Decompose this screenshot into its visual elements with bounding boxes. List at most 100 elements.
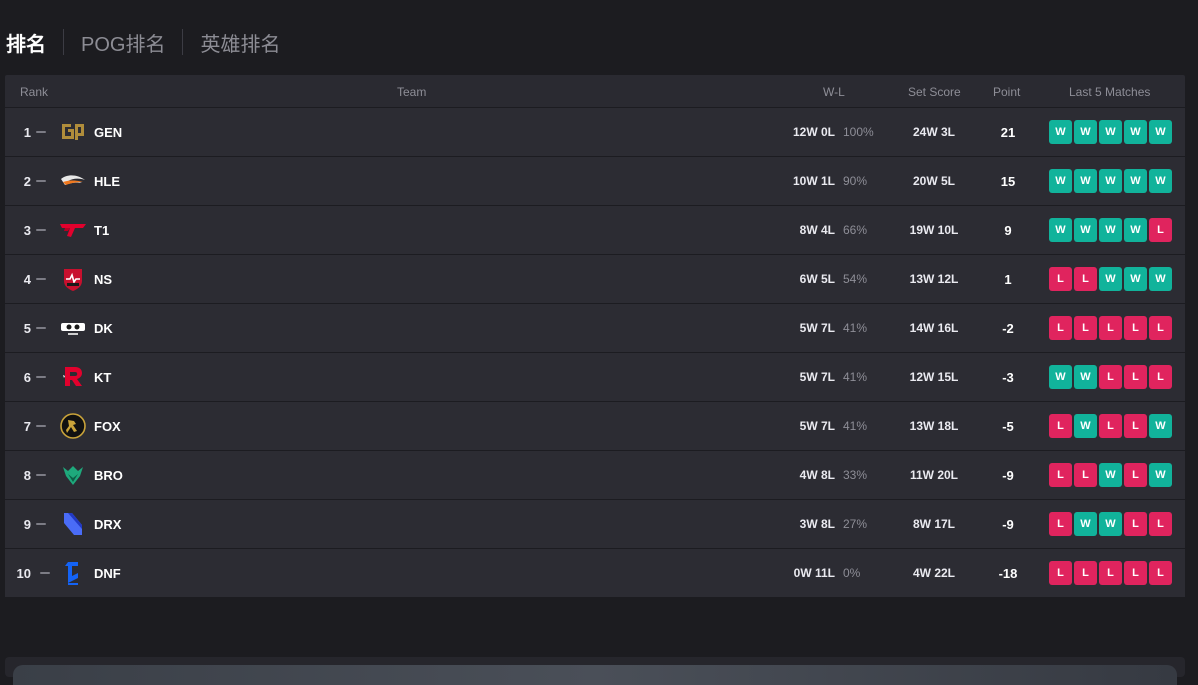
team-name[interactable]: DK bbox=[94, 321, 113, 336]
last-5-matches: WWWWW bbox=[1049, 120, 1172, 144]
table-row[interactable]: 1 GEN 12W 0L 100% 24W 3L 21 W W W W W bbox=[5, 108, 1185, 157]
point: -5 bbox=[1002, 419, 1014, 434]
win-rate: 41% bbox=[843, 370, 868, 384]
win-loss: 10W 1L bbox=[792, 174, 835, 188]
table-row[interactable]: 9 DRX 3W 8L 27% 8W 17L -9 L W W L L bbox=[5, 500, 1185, 549]
match-result-badge: L bbox=[1049, 316, 1072, 340]
match-result-badge: L bbox=[1124, 316, 1147, 340]
last-5-matches: LLWWW bbox=[1049, 267, 1172, 291]
point: 21 bbox=[1000, 125, 1016, 140]
match-result-badge: W bbox=[1149, 267, 1172, 291]
tab-ranking[interactable]: 排名 bbox=[6, 28, 46, 57]
table-row[interactable]: 8 BRO 4W 8L 33% 11W 20L -9 L L W L W bbox=[5, 451, 1185, 500]
win-rate: 0% bbox=[843, 566, 861, 580]
match-result-badge: L bbox=[1049, 463, 1072, 487]
rank-change-icon bbox=[36, 131, 46, 133]
team-name[interactable]: DRX bbox=[94, 517, 121, 532]
rank-change-icon bbox=[36, 180, 46, 182]
bro-logo-icon bbox=[59, 461, 87, 489]
win-rate: 41% bbox=[843, 321, 868, 335]
table-row[interactable]: 10 DNF 0W 11L 0% 4W 22L -18 L L L L L bbox=[5, 549, 1185, 597]
match-result-badge: L bbox=[1049, 267, 1072, 291]
header-last-5-matches[interactable]: Last 5 Matches bbox=[1069, 85, 1150, 99]
team-name[interactable]: KT bbox=[94, 370, 111, 385]
team-name[interactable]: BRO bbox=[94, 468, 123, 483]
point: -18 bbox=[998, 566, 1018, 581]
table-row[interactable]: 4 NS 6W 5L 54% 13W 12L 1 L L W W W bbox=[5, 255, 1185, 304]
win-rate: 33% bbox=[843, 468, 868, 482]
tab-champion-ranking[interactable]: 英雄排名 bbox=[200, 28, 280, 57]
ranking-tabs: 排名 POG排名 英雄排名 bbox=[6, 28, 280, 56]
match-result-badge: L bbox=[1149, 218, 1172, 242]
win-loss: 3W 8L bbox=[799, 517, 835, 531]
match-result-badge: L bbox=[1099, 316, 1122, 340]
table-row[interactable]: 5 DK 5W 7L 41% 14W 16L -2 L L L L L bbox=[5, 304, 1185, 353]
ns-logo-icon bbox=[59, 265, 87, 293]
header-set-score[interactable]: Set Score bbox=[908, 85, 961, 99]
team-name[interactable]: GEN bbox=[94, 125, 122, 140]
team-name[interactable]: FOX bbox=[94, 419, 121, 434]
match-result-badge: W bbox=[1099, 218, 1122, 242]
rank-change-icon bbox=[36, 474, 46, 476]
team-name[interactable]: HLE bbox=[94, 174, 120, 189]
team-name[interactable]: NS bbox=[94, 272, 112, 287]
match-result-badge: W bbox=[1124, 267, 1147, 291]
set-score: 12W 15L bbox=[909, 370, 959, 384]
match-result-badge: W bbox=[1099, 169, 1122, 193]
set-score: 20W 5L bbox=[912, 174, 955, 188]
gen-logo-icon bbox=[59, 118, 87, 146]
set-score: 13W 12L bbox=[909, 272, 959, 286]
match-result-badge: L bbox=[1149, 512, 1172, 536]
rank-number: 10 bbox=[16, 566, 31, 581]
point: 9 bbox=[1004, 223, 1012, 238]
match-result-badge: W bbox=[1074, 120, 1097, 144]
table-row[interactable]: 2 HLE 10W 1L 90% 20W 5L 15 W W W W W bbox=[5, 157, 1185, 206]
last-5-matches: LLWLW bbox=[1049, 463, 1172, 487]
table-row[interactable]: 3 T1 8W 4L 66% 19W 10L 9 W W W W L bbox=[5, 206, 1185, 255]
fox-logo-icon bbox=[59, 412, 87, 440]
last-5-matches: LLLLL bbox=[1049, 316, 1172, 340]
match-result-badge: W bbox=[1049, 169, 1072, 193]
team-name[interactable]: DNF bbox=[94, 566, 121, 581]
last-5-matches: LLLLL bbox=[1049, 561, 1172, 585]
rank-change-icon bbox=[36, 523, 46, 525]
set-score: 11W 20L bbox=[909, 468, 959, 482]
match-result-badge: L bbox=[1074, 463, 1097, 487]
rank-number: 4 bbox=[23, 272, 31, 287]
rank-change-icon bbox=[36, 425, 46, 427]
match-result-badge: W bbox=[1099, 463, 1122, 487]
tab-divider bbox=[182, 29, 184, 55]
match-result-badge: L bbox=[1099, 414, 1122, 438]
header-wl[interactable]: W-L bbox=[823, 85, 845, 99]
win-loss: 6W 5L bbox=[799, 272, 835, 286]
header-point[interactable]: Point bbox=[993, 85, 1020, 99]
match-result-badge: L bbox=[1124, 561, 1147, 585]
table-header: Rank Team W-L Set Score Point Last 5 Mat… bbox=[5, 75, 1185, 108]
match-result-badge: L bbox=[1124, 463, 1147, 487]
set-score: 24W 3L bbox=[912, 125, 955, 139]
tab-pog-ranking[interactable]: POG排名 bbox=[81, 28, 165, 57]
win-loss: 8W 4L bbox=[799, 223, 835, 237]
header-team[interactable]: Team bbox=[397, 85, 426, 99]
match-result-badge: W bbox=[1074, 414, 1097, 438]
set-score: 14W 16L bbox=[909, 321, 959, 335]
win-loss: 0W 11L bbox=[793, 566, 835, 580]
match-result-badge: W bbox=[1149, 120, 1172, 144]
rank-number: 3 bbox=[23, 223, 31, 238]
match-result-badge: L bbox=[1149, 316, 1172, 340]
t1-logo-icon bbox=[59, 216, 87, 244]
point: -3 bbox=[1002, 370, 1014, 385]
rank-number: 9 bbox=[23, 517, 31, 532]
win-rate: 27% bbox=[843, 517, 868, 531]
kt-logo-icon bbox=[59, 363, 87, 391]
rank-change-icon bbox=[36, 327, 46, 329]
team-name[interactable]: T1 bbox=[94, 223, 109, 238]
rank-change-icon bbox=[40, 572, 50, 574]
match-result-badge: L bbox=[1074, 267, 1097, 291]
last-5-matches: WWLLL bbox=[1049, 365, 1172, 389]
table-row[interactable]: 7 FOX 5W 7L 41% 13W 18L -5 L W L L W bbox=[5, 402, 1185, 451]
point: -2 bbox=[1002, 321, 1014, 336]
standings-table: Rank Team W-L Set Score Point Last 5 Mat… bbox=[5, 75, 1185, 597]
header-rank[interactable]: Rank bbox=[20, 85, 48, 99]
table-row[interactable]: 6 KT 5W 7L 41% 12W 15L -3 W W L L L bbox=[5, 353, 1185, 402]
